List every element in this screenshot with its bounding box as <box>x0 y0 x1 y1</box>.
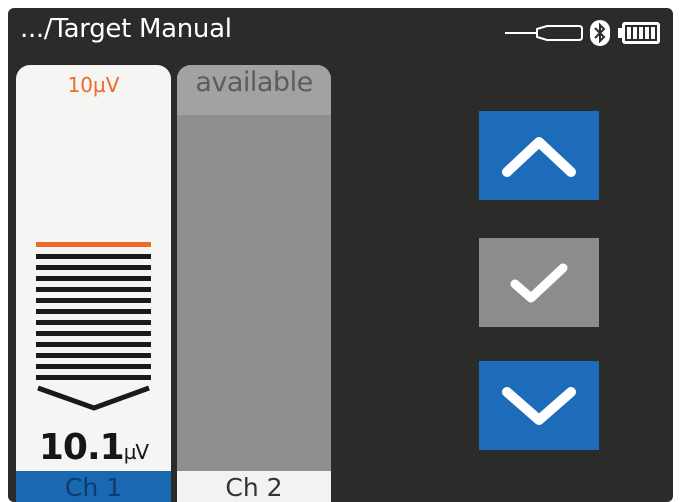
channel-2-panel[interactable]: available Ch 2 <box>177 65 331 502</box>
level-bar <box>36 320 151 325</box>
status-bar <box>503 18 663 48</box>
level-bar <box>36 375 151 380</box>
battery-icon <box>618 22 660 44</box>
level-bar <box>36 364 151 369</box>
tab-ch1[interactable]: Ch 1 <box>16 471 171 502</box>
level-bar <box>36 353 151 358</box>
bluetooth-icon <box>590 20 610 46</box>
reading-value: 10.1µV <box>38 427 149 468</box>
level-bar <box>36 331 151 336</box>
target-marker <box>36 242 151 247</box>
level-bar <box>36 254 151 259</box>
channel-status-label: available <box>195 67 313 98</box>
decrease-button[interactable] <box>479 361 599 450</box>
level-bar <box>36 309 151 314</box>
confirm-button[interactable] <box>479 238 599 327</box>
probe-icon <box>505 25 583 41</box>
channel-1-panel[interactable]: 10µV 10.1µV Ch 1 <box>16 65 171 502</box>
increase-button[interactable] <box>479 111 599 200</box>
level-bar <box>36 265 151 270</box>
tab-ch2[interactable]: Ch 2 <box>177 471 331 502</box>
device-screen: .../Target Manual 10µV 10.1µV Ch 1 avail… <box>8 8 673 502</box>
chevron-up-icon <box>502 136 576 177</box>
chevron-down-icon <box>502 386 576 425</box>
page-title: .../Target Manual <box>20 14 232 44</box>
down-arrow-icon <box>37 385 150 411</box>
level-bar <box>36 287 151 292</box>
level-bar <box>36 342 151 347</box>
level-bar <box>36 276 151 281</box>
checkmark-icon <box>510 263 568 302</box>
level-bar <box>36 298 151 303</box>
